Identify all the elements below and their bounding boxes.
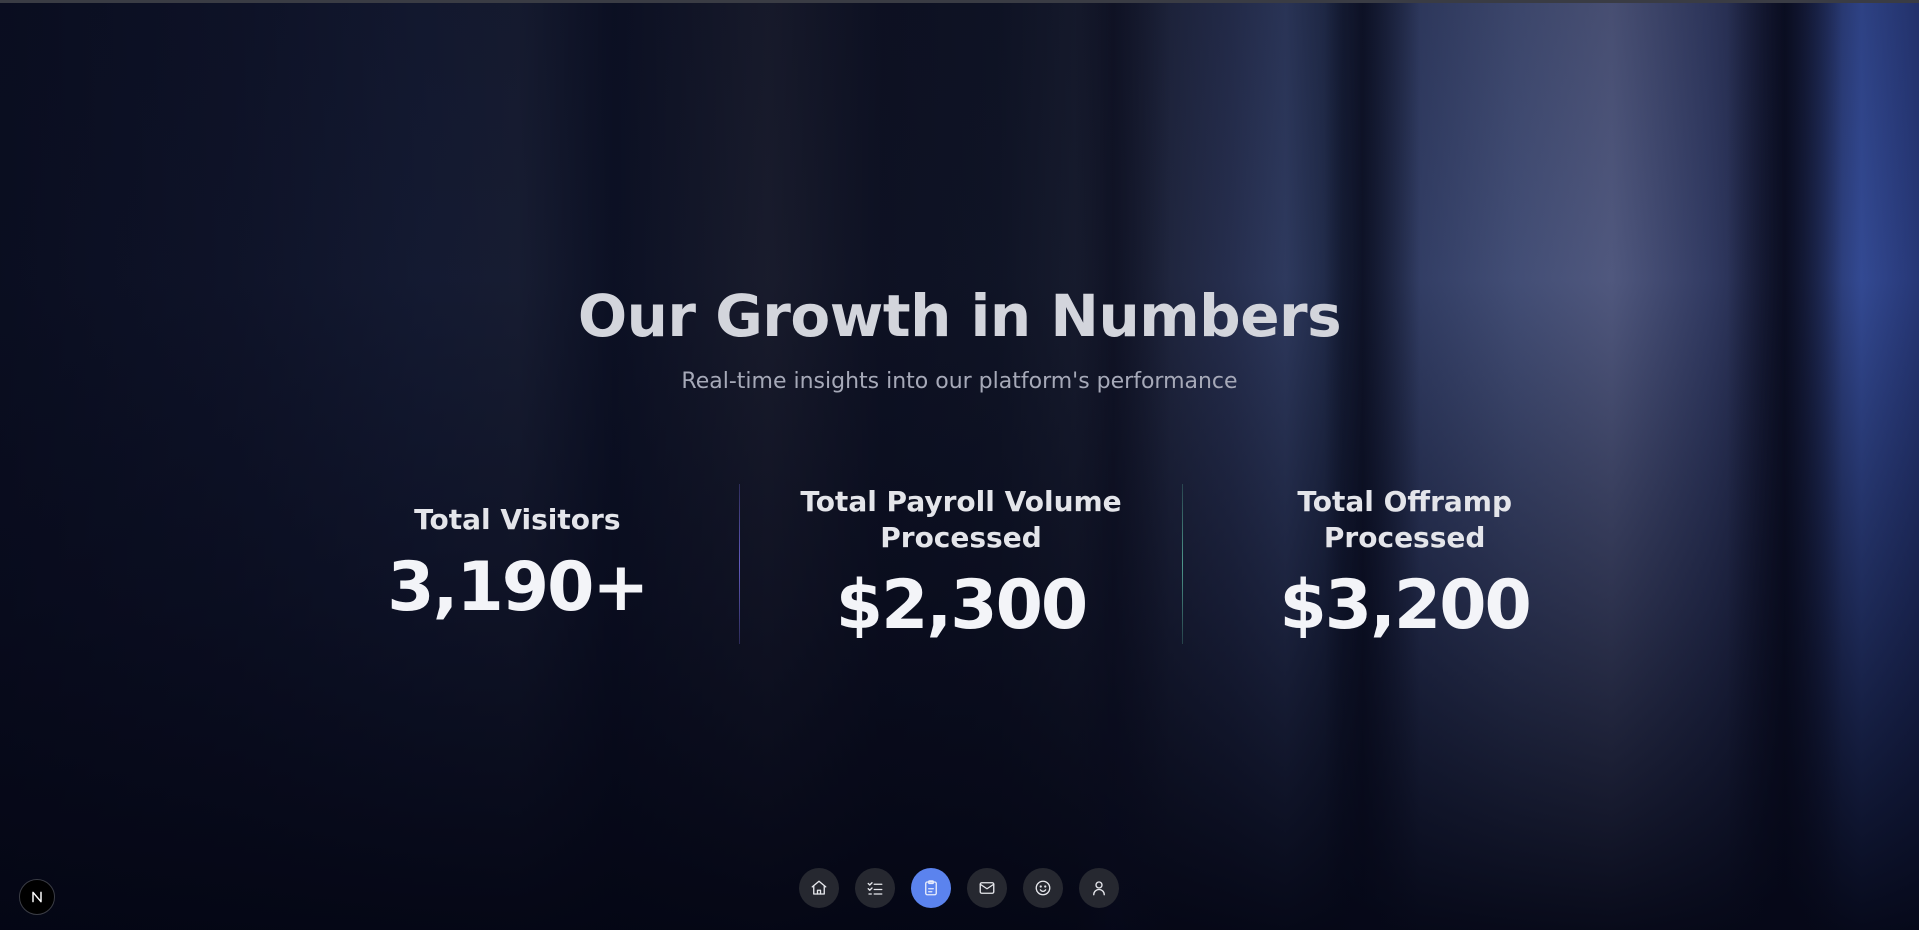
- stat-total-visitors: Total Visitors 3,190+: [296, 484, 739, 644]
- dock-smiley-button[interactable]: [1023, 868, 1063, 908]
- stat-total-payroll: Total Payroll Volume Processed $2,300: [740, 484, 1183, 645]
- page: Our Growth in Numbers Real-time insights…: [0, 0, 1919, 930]
- dock-checklist-button[interactable]: [855, 868, 895, 908]
- clipboard-icon: [925, 880, 937, 896]
- stat-label: Total Visitors: [414, 502, 621, 536]
- dock-clipboard-button[interactable]: [911, 868, 951, 908]
- stat-value: 3,190+: [387, 547, 649, 627]
- dock-home-button[interactable]: [799, 868, 839, 908]
- top-border: [0, 0, 1919, 3]
- dock-user-button[interactable]: [1079, 868, 1119, 908]
- checklist-icon: [867, 882, 883, 895]
- home-icon: [811, 880, 827, 895]
- stats-row: Total Visitors 3,190+ Total Payroll Volu…: [296, 484, 1626, 645]
- dock-mail-button[interactable]: [967, 868, 1007, 908]
- page-subtitle: Real-time insights into our platform's p…: [681, 369, 1238, 394]
- nextjs-logo-icon: [32, 891, 42, 903]
- user-icon: [1093, 881, 1105, 896]
- smiley-icon: [1035, 880, 1051, 896]
- mail-icon: [979, 882, 995, 894]
- stat-label: Total Payroll Volume Processed: [800, 484, 1122, 554]
- nextjs-dev-badge[interactable]: [19, 879, 55, 915]
- stat-value: $2,300: [835, 565, 1088, 645]
- stat-label: Total Offramp Processed: [1297, 484, 1512, 554]
- page-title: Our Growth in Numbers: [577, 282, 1342, 350]
- bottom-dock: [799, 868, 1119, 908]
- stat-total-offramp: Total Offramp Processed $3,200: [1183, 484, 1626, 645]
- growth-section: Our Growth in Numbers Real-time insights…: [0, 0, 1919, 930]
- stat-value: $3,200: [1279, 565, 1531, 645]
